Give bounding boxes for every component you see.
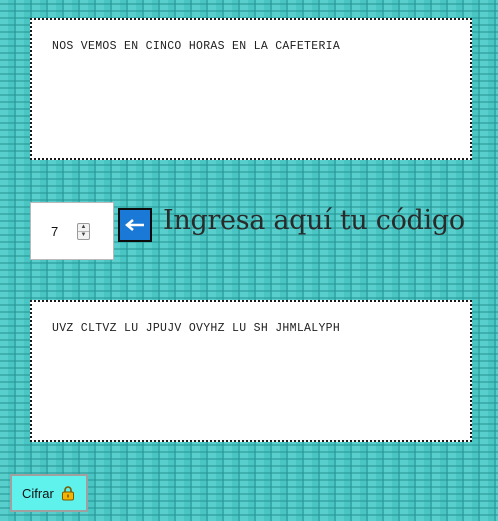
shift-stepper[interactable]: 7 ▲ ▼ [30, 202, 114, 260]
arrow-left-button[interactable] [118, 208, 152, 242]
arrow-left-icon [125, 219, 144, 231]
page-heading: Ingresa aquí tu código [163, 205, 465, 236]
cipher-button-label: Cifrar [22, 485, 54, 501]
plaintext-input[interactable]: NOS VEMOS EN CINCO HORAS EN LA CAFETERIA [30, 18, 472, 160]
ciphertext-output[interactable]: UVZ CLTVZ LU JPUJV OVYHZ LU SH JHMLALYPH [30, 300, 472, 442]
lock-icon [61, 486, 74, 501]
shift-value: 7 [51, 224, 59, 239]
spin-up-icon[interactable]: ▲ [78, 224, 89, 232]
spin-down-icon[interactable]: ▼ [78, 232, 89, 239]
spin-buttons[interactable]: ▲ ▼ [77, 223, 90, 240]
cipher-button[interactable]: Cifrar [10, 474, 88, 512]
